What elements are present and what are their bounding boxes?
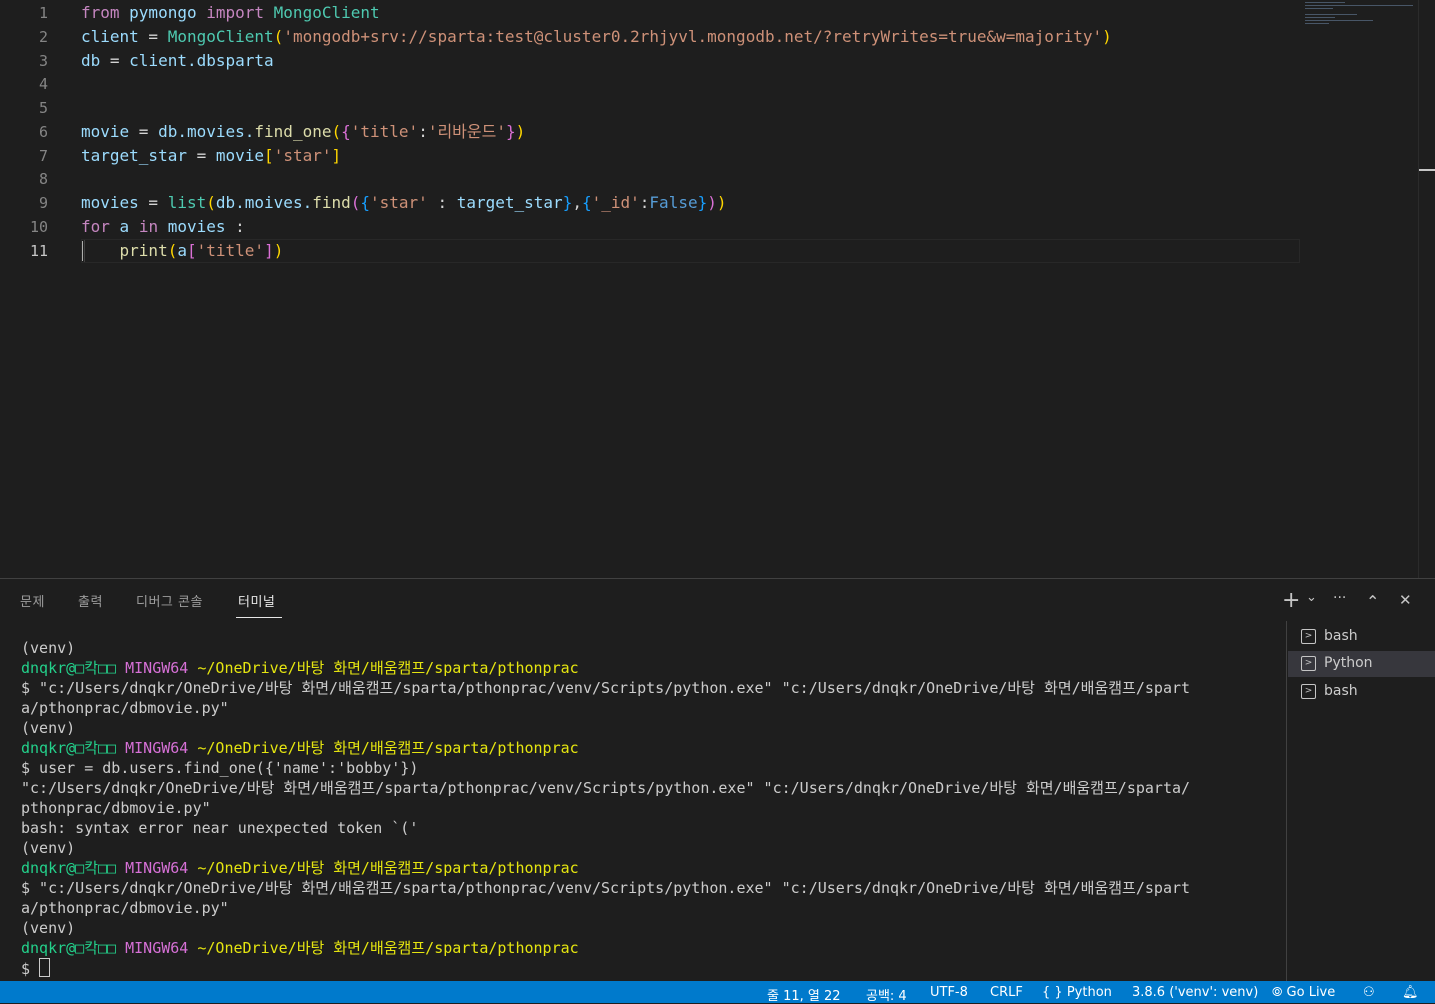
- tab-problems[interactable]: 문제: [20, 591, 45, 610]
- code-text: movies = list(db.moives.find({'star' : t…: [81, 193, 727, 212]
- maximize-panel-icon[interactable]: ⌃: [1366, 592, 1379, 611]
- code-text: client = MongoClient('mongodb+srv://spar…: [81, 27, 1112, 46]
- vertical-scrollbar[interactable]: [1418, 0, 1419, 578]
- terminal-list-item-bash[interactable]: > bash: [1288, 679, 1435, 705]
- code-line[interactable]: 8: [0, 167, 1300, 191]
- braces-icon: { }: [1042, 985, 1063, 1000]
- status-bar: 줄 11, 열 22 공백: 4 UTF-8 CRLF { } Python 3…: [0, 981, 1435, 1004]
- go-live-button[interactable]: ⦾ Go Live: [1272, 985, 1335, 1000]
- terminal-list-item-python[interactable]: > Python: [1288, 651, 1435, 677]
- code-line[interactable]: 2 client = MongoClient('mongodb+srv://sp…: [0, 25, 1300, 49]
- language-mode[interactable]: { } Python: [1042, 985, 1112, 1000]
- terminal-list-divider[interactable]: [1286, 621, 1287, 982]
- line-number: 9: [38, 194, 48, 212]
- terminal-line: a/pthonprac/dbmovie.py": [21, 899, 229, 917]
- close-panel-icon[interactable]: ✕: [1399, 591, 1412, 609]
- terminal-icon: >: [1301, 656, 1316, 671]
- line-number: 7: [38, 147, 48, 165]
- terminal-line: (venv): [21, 719, 76, 737]
- code-line[interactable]: 1 from pymongo import MongoClient: [0, 1, 1300, 25]
- code-text: db = client.dbsparta: [81, 51, 274, 70]
- tab-terminal[interactable]: 터미널: [238, 591, 275, 610]
- scrollbar-cursor-marker: [1419, 169, 1435, 171]
- line-number: 4: [38, 75, 48, 93]
- code-line[interactable]: 6 movie = db.movies.find_one({'title':'리…: [0, 120, 1300, 144]
- terminal-prompt-line: dnqkr@□칵□□ MINGW64 ~/OneDrive/바탕 화면/배움캠프…: [21, 659, 579, 677]
- more-actions-icon[interactable]: ···: [1333, 590, 1346, 606]
- add-terminal-icon[interactable]: +: [1282, 588, 1300, 613]
- active-tab-indicator: [236, 617, 282, 618]
- notification-bell-icon[interactable]: 🔔︎: [1402, 985, 1419, 1000]
- code-line[interactable]: 9 movies = list(db.moives.find({'star' :…: [0, 191, 1300, 215]
- terminal-line: $ user = db.users.find_one({'name':'bobb…: [21, 759, 419, 777]
- python-interpreter[interactable]: 3.8.6 ('venv': venv): [1132, 985, 1258, 1000]
- chevron-down-icon[interactable]: ⌄: [1306, 590, 1317, 605]
- code-text: print(a['title']): [119, 241, 284, 260]
- terminal-prompt-line: dnqkr@□칵□□ MINGW64 ~/OneDrive/바탕 화면/배움캠프…: [21, 859, 579, 877]
- terminal-line: (venv): [21, 839, 76, 857]
- minimap[interactable]: [1305, 2, 1415, 32]
- terminal-icon: >: [1301, 684, 1316, 699]
- terminal-line: pthonprac/dbmovie.py": [21, 799, 211, 817]
- indentation[interactable]: 공백: 4: [866, 985, 907, 1004]
- terminal-line: a/pthonprac/dbmovie.py": [21, 699, 229, 717]
- terminal-icon: >: [1301, 629, 1316, 644]
- cursor-position[interactable]: 줄 11, 열 22: [767, 985, 841, 1004]
- code-text: for a in movies :: [81, 217, 245, 236]
- terminal-prompt-line: dnqkr@□칵□□ MINGW64 ~/OneDrive/바탕 화면/배움캠프…: [21, 939, 579, 957]
- code-text: movie = db.movies.find_one({'title':'리바운…: [81, 122, 526, 141]
- terminal-list-item-bash[interactable]: > bash: [1288, 624, 1435, 650]
- feedback-icon[interactable]: ⚇: [1363, 985, 1375, 1000]
- terminal-prompt-line: dnqkr@□칵□□ MINGW64 ~/OneDrive/바탕 화면/배움캠프…: [21, 739, 579, 757]
- bottom-panel: 문제 출력 디버그 콘솔 터미널 + ⌄ ··· ⌃ ✕ (venv) dnqk…: [0, 578, 1435, 982]
- terminal-line: $ "c:/Users/dnqkr/OneDrive/바탕 화면/배움캠프/sp…: [21, 679, 1191, 697]
- tab-debug-console[interactable]: 디버그 콘솔: [136, 591, 203, 610]
- code-text: from pymongo import MongoClient: [81, 3, 380, 22]
- line-number: 11: [29, 242, 48, 260]
- code-line[interactable]: 5: [0, 96, 1300, 120]
- broadcast-icon: ⦾: [1272, 985, 1283, 1000]
- terminal-input-line[interactable]: $: [21, 958, 1283, 978]
- code-line-active[interactable]: 11 print(a['title']): [0, 239, 1300, 263]
- line-number: 6: [38, 123, 48, 141]
- tab-output[interactable]: 출력: [78, 591, 103, 610]
- code-text: target_star = movie['star']: [81, 146, 342, 165]
- code-line[interactable]: 3 db = client.dbsparta: [0, 49, 1300, 73]
- encoding[interactable]: UTF-8: [930, 985, 968, 1000]
- line-number: 2: [38, 28, 48, 46]
- terminal-line: "c:/Users/dnqkr/OneDrive/바탕 화면/배움캠프/spar…: [21, 779, 1191, 797]
- code-line[interactable]: 4: [0, 72, 1300, 96]
- terminal-cursor: [39, 958, 51, 977]
- line-number: 10: [29, 218, 48, 236]
- terminal-line: (venv): [21, 919, 76, 937]
- line-number: 3: [38, 52, 48, 70]
- code-editor[interactable]: 1 from pymongo import MongoClient 2 clie…: [0, 0, 1435, 578]
- code-line[interactable]: 10 for a in movies :: [0, 215, 1300, 239]
- text-cursor: [82, 241, 83, 261]
- terminal-line: (venv): [21, 639, 76, 657]
- code-line[interactable]: 7 target_star = movie['star']: [0, 144, 1300, 168]
- end-of-line[interactable]: CRLF: [990, 985, 1023, 1000]
- terminal-line: bash: syntax error near unexpected token…: [21, 819, 419, 837]
- terminal-line: $ "c:/Users/dnqkr/OneDrive/바탕 화면/배움캠프/sp…: [21, 879, 1191, 897]
- line-number: 1: [38, 4, 48, 22]
- line-number: 8: [38, 170, 48, 188]
- line-number: 5: [38, 99, 48, 117]
- terminal-output[interactable]: (venv) dnqkr@□칵□□ MINGW64 ~/OneDrive/바탕 …: [21, 638, 1283, 978]
